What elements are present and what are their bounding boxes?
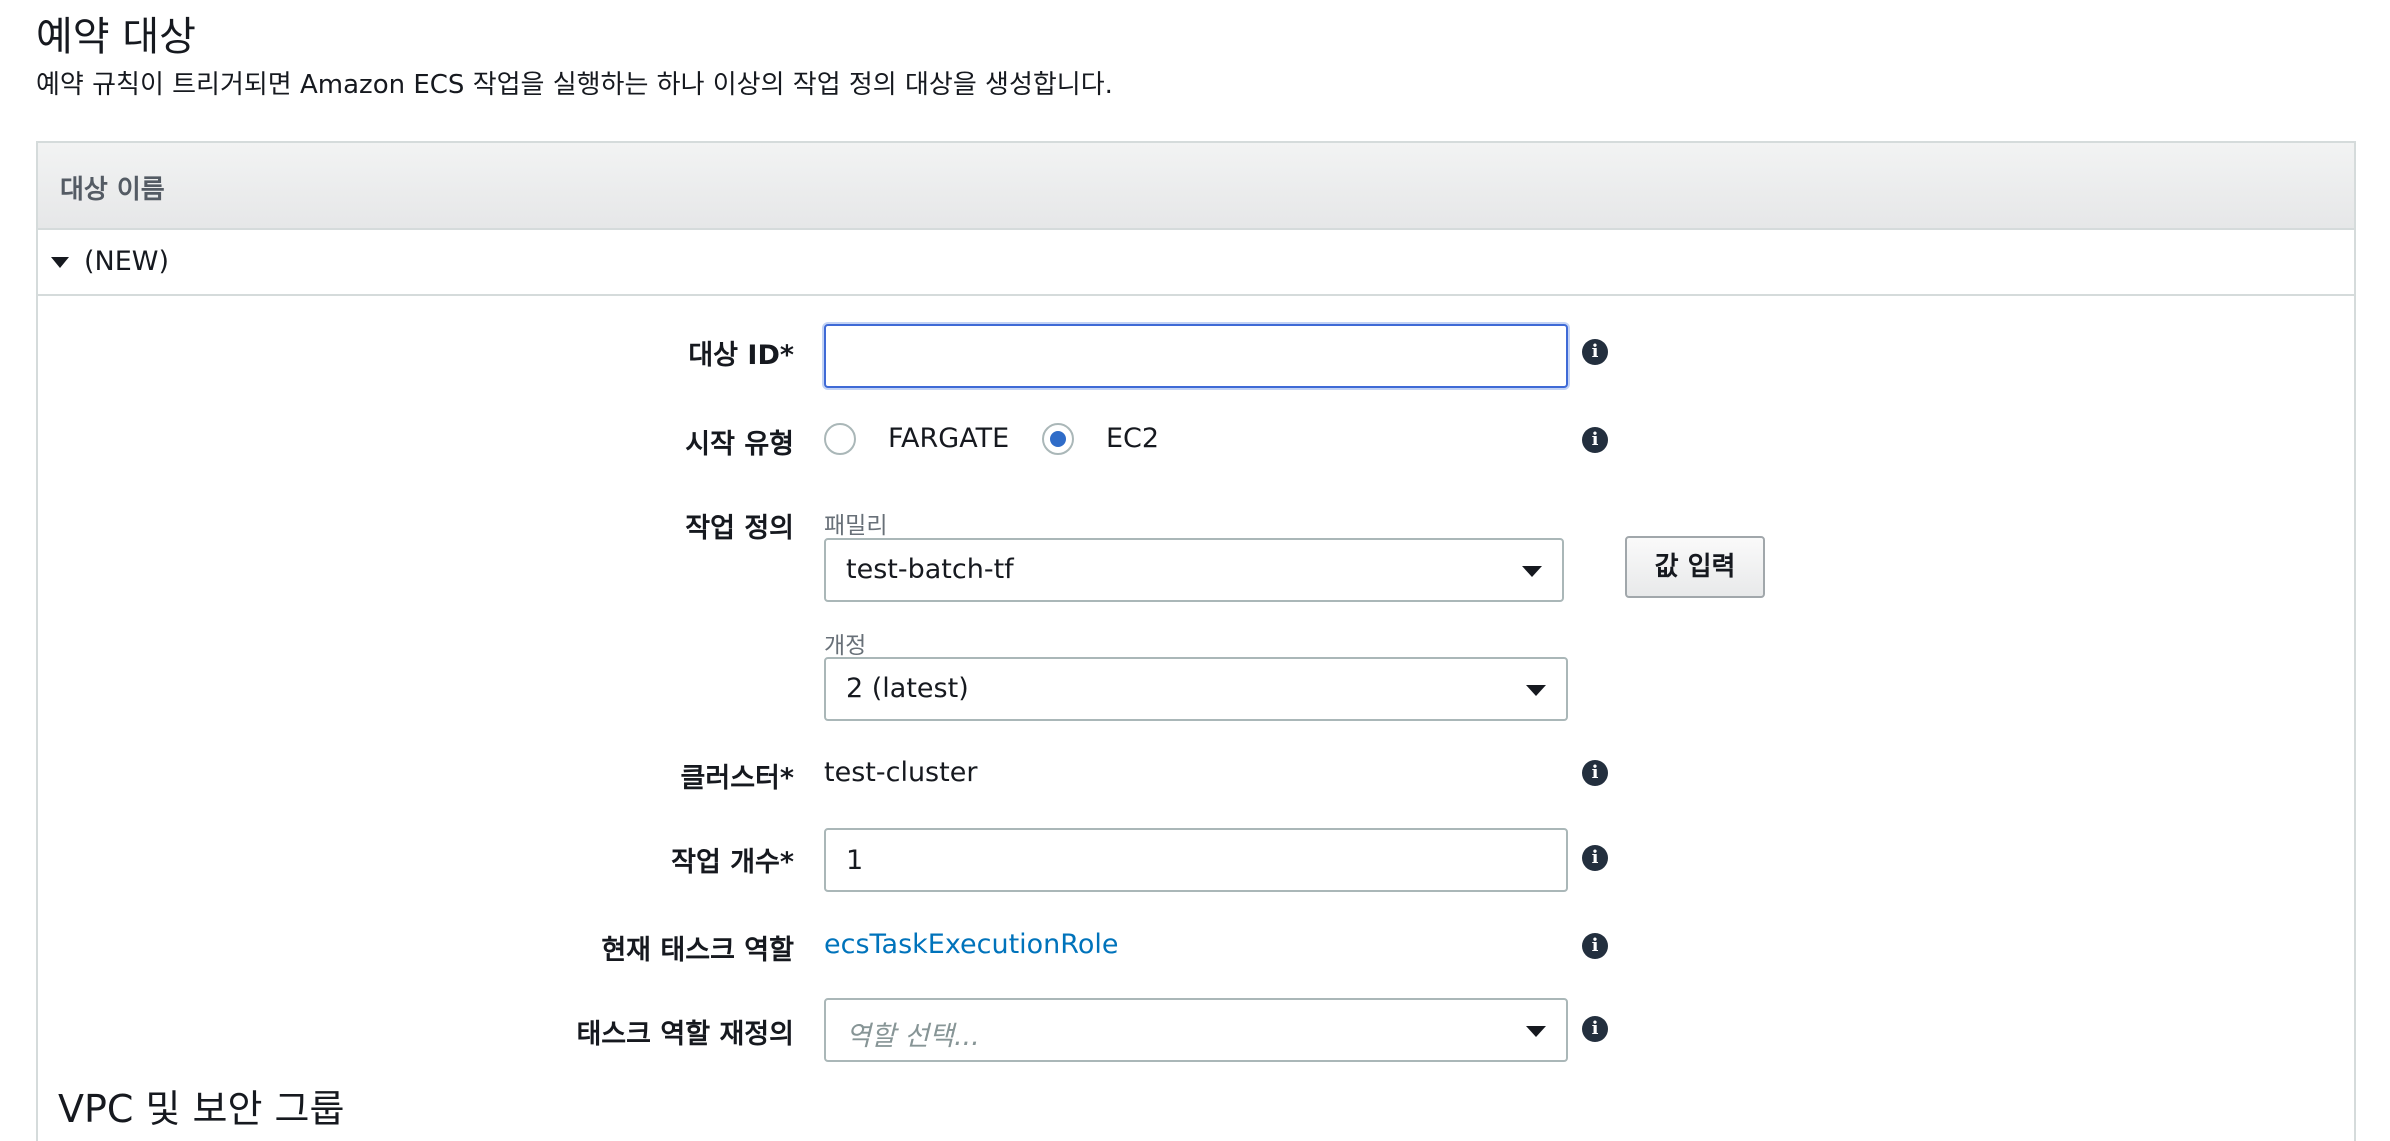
family-select[interactable]: test-batch-tf [824,538,1564,602]
family-label: 패밀리 [824,513,888,539]
task-definition-label: 작업 정의 [685,513,794,544]
targets-panel: 대상 이름 (NEW) [36,141,2356,1141]
radio-ec2[interactable] [1042,423,1074,455]
revision-label: 개정 [824,633,867,659]
target-id-input[interactable] [824,324,1568,388]
revision-select[interactable]: 2 (latest) [824,657,1568,721]
current-task-role-link[interactable]: ecsTaskExecutionRole [824,929,1118,960]
caret-down-icon[interactable] [51,257,69,268]
launch-type-label: 시작 유형 [685,429,794,460]
radio-fargate[interactable] [824,423,856,455]
task-role-override-label: 태스크 역할 재정의 [576,1019,794,1050]
page-title: 예약 대상 [36,14,196,60]
task-role-override-select[interactable]: 역할 선택... [824,998,1568,1062]
radio-ec2-label[interactable]: EC2 [1106,423,1159,454]
chevron-down-icon [1526,1026,1546,1037]
target-name: (NEW) [84,246,170,277]
task-count-input[interactable] [824,828,1568,892]
family-value: test-batch-tf [846,554,1014,585]
info-icon[interactable]: i [1582,427,1608,453]
radio-fargate-label[interactable]: FARGATE [888,423,1009,454]
target-row-toggle[interactable]: (NEW) [38,230,2354,296]
panel-header-title: 대상 이름 [60,175,165,205]
info-icon[interactable]: i [1582,1016,1608,1042]
chevron-down-icon [1526,685,1546,696]
revision-value: 2 (latest) [846,673,969,704]
task-role-override-placeholder: 역할 선택... [846,1021,980,1052]
info-icon[interactable]: i [1582,339,1608,365]
info-icon[interactable]: i [1582,760,1608,786]
task-count-label: 작업 개수* [671,847,794,878]
info-icon[interactable]: i [1582,933,1608,959]
cluster-value: test-cluster [824,757,978,788]
target-id-label: 대상 ID* [688,340,794,371]
enter-value-button[interactable]: 값 입력 [1625,536,1765,598]
current-task-role-label: 현재 태스크 역할 [601,935,794,966]
info-icon[interactable]: i [1582,845,1608,871]
vpc-section-title: VPC 및 보안 그룹 [58,1087,345,1131]
cluster-label: 클러스터* [680,763,794,794]
panel-header: 대상 이름 [38,143,2354,230]
page-description: 예약 규칙이 트리거되면 Amazon ECS 작업을 실행하는 하나 이상의 … [36,70,1113,100]
chevron-down-icon [1522,566,1542,577]
